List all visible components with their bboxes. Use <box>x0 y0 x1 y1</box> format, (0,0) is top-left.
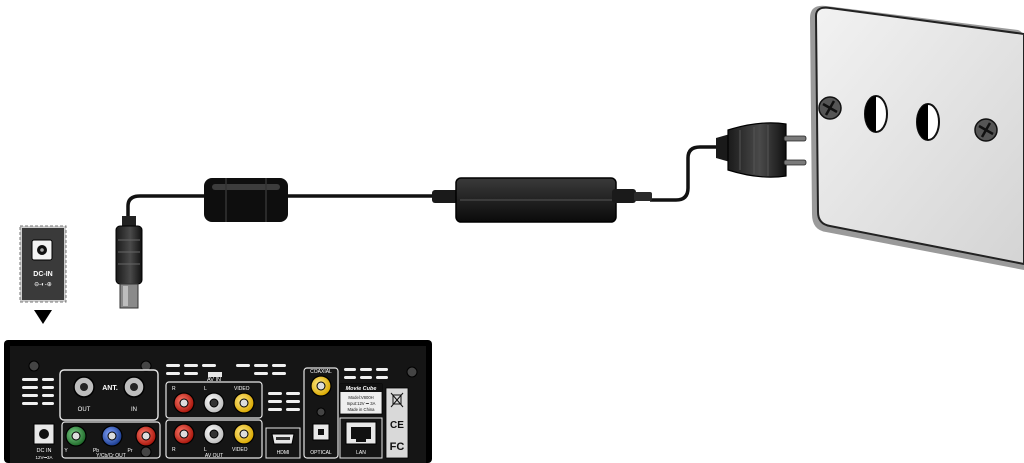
dc-in-spec: 12V⎓3A <box>35 455 52 460</box>
ant-out-label: OUT <box>78 407 91 413</box>
ycbcr-pr-label: Pr <box>128 448 133 454</box>
fc-mark: FC <box>390 441 405 453</box>
origin-line: Made in China <box>347 407 375 412</box>
dc-in-port[interactable] <box>39 429 49 439</box>
wall-outlet <box>810 5 1024 270</box>
input-line: Input:12V ⎓ 3A <box>347 401 376 406</box>
ferrite-bead <box>204 178 288 222</box>
av-in-l-label: L <box>204 386 207 392</box>
dc-in-inset-label: DC-IN <box>33 271 52 278</box>
av-out-label: AV OUT <box>205 453 223 459</box>
product-label-sticker: Movie Cube Model:V800H Input:12V ⎓ 3A Ma… <box>339 383 383 415</box>
arrow-down-icon <box>34 310 52 324</box>
optical-label: OPTICAL <box>310 450 332 456</box>
power-connection-diagram: DC-IN ⊖-◐-⊕ ANT. OUT IN DC IN 12V⎓3A Y P… <box>4 5 1024 463</box>
wall-screw-left-icon <box>818 96 842 120</box>
wall-screw-right-icon <box>974 118 998 142</box>
av-out-video-label: VIDEO <box>232 447 248 453</box>
device-rear-panel: ANT. OUT IN DC IN 12V⎓3A Y Pb Pr Y/Cb/Cr… <box>4 340 432 463</box>
brand-logo: Movie Cube <box>346 386 377 392</box>
av-in-video-label: VIDEO <box>234 386 250 392</box>
socket-hole-right <box>916 103 940 141</box>
power-adapter <box>432 177 652 223</box>
av-in-label: AV IN <box>207 377 221 383</box>
ant-label: ANT. <box>102 385 118 392</box>
ce-mark: CE <box>390 420 404 431</box>
av-in-r-label: R <box>172 386 176 392</box>
dc-in-label: DC IN <box>37 448 52 454</box>
dc-in-port-group: DC IN 12V⎓3A <box>33 423 55 460</box>
lan-label: LAN <box>356 450 366 456</box>
model-line: Model:V800H <box>348 395 373 400</box>
av-out-r-label: R <box>172 447 176 453</box>
certification-panel: CE FC <box>385 387 409 459</box>
socket-hole-left <box>864 95 888 133</box>
ac-plug <box>716 122 807 178</box>
dc-barrel-plug <box>115 216 143 309</box>
ycbcr-label: Y/Cb/Cr OUT <box>96 453 126 459</box>
coaxial-label: COAXIAL <box>310 369 332 375</box>
ant-in-label: IN <box>131 407 137 413</box>
hdmi-label: HDMI <box>277 450 290 456</box>
dc-in-inset: DC-IN ⊖-◐-⊕ <box>19 225 67 324</box>
dc-in-inset-polarity: ⊖-◐-⊕ <box>34 282 52 288</box>
